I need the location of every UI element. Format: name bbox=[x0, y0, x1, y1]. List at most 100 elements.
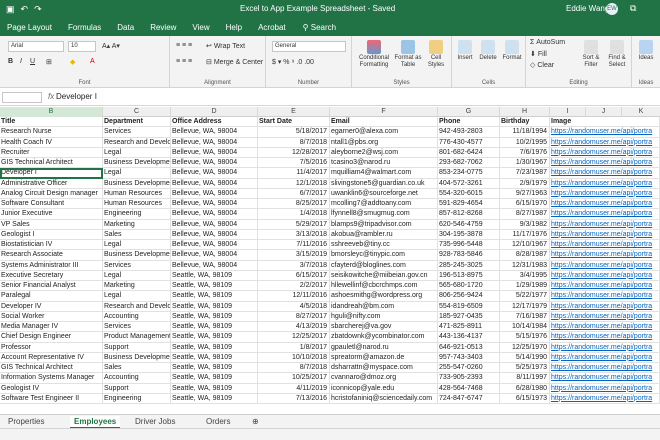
cell-office[interactable]: Seattle, WA, 98109 bbox=[171, 363, 258, 374]
cell-phone[interactable]: 801-682-6424 bbox=[438, 147, 500, 158]
cell-start-date[interactable]: 10/10/2018 bbox=[258, 352, 330, 363]
cell-phone[interactable]: 428-564-7468 bbox=[438, 383, 500, 394]
cell-start-date[interactable]: 4/5/2018 bbox=[258, 301, 330, 312]
tab-formulas[interactable]: Formulas bbox=[65, 21, 104, 34]
cell-title[interactable]: VP Sales bbox=[0, 219, 103, 230]
cell-phone[interactable]: 853-234-0775 bbox=[438, 168, 500, 179]
cell-image-link[interactable]: https://randomuser.me/api/portra bbox=[550, 199, 660, 210]
cell-email[interactable]: hguli@nifty.com bbox=[330, 311, 438, 322]
cell-office[interactable]: Seattle, WA, 98109 bbox=[171, 383, 258, 394]
fill-button[interactable]: ⬇ Fill bbox=[530, 50, 547, 58]
cell-email[interactable]: tcasino3@narod.ru bbox=[330, 158, 438, 169]
cell-image-link[interactable]: https://randomuser.me/api/portra bbox=[550, 209, 660, 220]
cell-title[interactable]: GIS Technical Architect bbox=[0, 158, 103, 169]
cell-birthday[interactable]: 3/4/1995 bbox=[500, 270, 550, 281]
cell-start-date[interactable]: 1/4/2018 bbox=[258, 209, 330, 220]
cell-start-date[interactable]: 8/7/2018 bbox=[258, 137, 330, 148]
cell-title[interactable]: Developer I bbox=[0, 168, 103, 179]
cell-department[interactable]: Accounting bbox=[103, 373, 171, 384]
cell-department[interactable]: Legal bbox=[103, 270, 171, 281]
cell-department[interactable]: Human Resources bbox=[103, 199, 171, 210]
cell-start-date[interactable]: 7/13/2016 bbox=[258, 393, 330, 404]
cell-department[interactable]: Services bbox=[103, 322, 171, 333]
cell-phone[interactable]: 733-905-2393 bbox=[438, 373, 500, 384]
cell-title[interactable]: Biostatistician IV bbox=[0, 240, 103, 251]
format-button[interactable]: Format bbox=[500, 40, 524, 62]
cell-email[interactable]: aleyborne2@wsj.com bbox=[330, 147, 438, 158]
cell-image-link[interactable]: https://randomuser.me/api/portra bbox=[550, 352, 660, 363]
font-name-select[interactable]: Arial bbox=[8, 41, 64, 52]
cell-department[interactable]: Business Developme bbox=[103, 158, 171, 169]
cell-start-date[interactable]: 7/5/2016 bbox=[258, 158, 330, 169]
column-header-h[interactable]: H bbox=[500, 107, 550, 117]
cell-phone[interactable]: 404-572-3261 bbox=[438, 178, 500, 189]
cell-office[interactable]: Seattle, WA, 98109 bbox=[171, 291, 258, 302]
cell-birthday[interactable]: 5/25/1973 bbox=[500, 363, 550, 374]
cell-office[interactable]: Seattle, WA, 98109 bbox=[171, 342, 258, 353]
cell-title[interactable]: Account Representative IV bbox=[0, 352, 103, 363]
cell-office[interactable]: Bellevue, WA, 98004 bbox=[171, 188, 258, 199]
cell-birthday[interactable]: 7/16/1987 bbox=[500, 311, 550, 322]
align-left-icon[interactable]: ≡ ≡ ≡ bbox=[176, 58, 192, 65]
cell-start-date[interactable]: 5/29/2017 bbox=[258, 219, 330, 230]
header-phone[interactable]: Phone bbox=[438, 117, 500, 128]
cell-email[interactable]: ntall1@pbs.org bbox=[330, 137, 438, 148]
cell-phone[interactable]: 776-430-4577 bbox=[438, 137, 500, 148]
sort-filter-button[interactable]: Sort & Filter bbox=[578, 40, 604, 69]
formula-input[interactable]: Developer I bbox=[56, 92, 97, 101]
cell-title[interactable]: Software Test Engineer II bbox=[0, 393, 103, 404]
cell-birthday[interactable]: 12/10/1967 bbox=[500, 240, 550, 251]
cell-birthday[interactable]: 8/27/1987 bbox=[500, 209, 550, 220]
cell-title[interactable]: Analog Circuit Design manager bbox=[0, 188, 103, 199]
cell-start-date[interactable]: 10/25/2017 bbox=[258, 373, 330, 384]
cell-birthday[interactable]: 5/14/1990 bbox=[500, 352, 550, 363]
italic-icon[interactable]: I bbox=[20, 58, 22, 65]
cell-birthday[interactable]: 12/17/1979 bbox=[500, 301, 550, 312]
cell-department[interactable]: Services bbox=[103, 260, 171, 271]
cell-office[interactable]: Bellevue, WA, 98004 bbox=[171, 137, 258, 148]
cell-email[interactable]: lfynnell8@smugmug.com bbox=[330, 209, 438, 220]
borders-icon[interactable]: ⊞ bbox=[46, 58, 52, 66]
fill-color-icon[interactable]: ◆ bbox=[70, 58, 75, 66]
cell-birthday[interactable]: 10/14/1984 bbox=[500, 322, 550, 333]
cell-birthday[interactable]: 2/9/1979 bbox=[500, 178, 550, 189]
cell-image-link[interactable]: https://randomuser.me/api/portra bbox=[550, 127, 660, 138]
bold-icon[interactable]: B bbox=[8, 58, 13, 65]
share-icon[interactable]: ⧉ bbox=[630, 3, 636, 14]
cell-office[interactable]: Seattle, WA, 98109 bbox=[171, 301, 258, 312]
cell-start-date[interactable]: 3/7/2018 bbox=[258, 260, 330, 271]
ideas-button[interactable]: Ideas bbox=[634, 40, 658, 62]
cell-department[interactable]: Research and Develo bbox=[103, 137, 171, 148]
cell-office[interactable]: Bellevue, WA, 98004 bbox=[171, 168, 258, 179]
cell-title[interactable]: Executive Secretary bbox=[0, 270, 103, 281]
cell-phone[interactable]: 304-195-3878 bbox=[438, 229, 500, 240]
cell-email[interactable]: ashoesmithg@wordpress.org bbox=[330, 291, 438, 302]
cell-department[interactable]: Legal bbox=[103, 168, 171, 179]
cell-image-link[interactable]: https://randomuser.me/api/portra bbox=[550, 250, 660, 261]
clear-button[interactable]: ◇ Clear bbox=[530, 61, 554, 69]
cell-office[interactable]: Bellevue, WA, 98004 bbox=[171, 260, 258, 271]
cell-phone[interactable]: 471-825-8911 bbox=[438, 322, 500, 333]
underline-icon[interactable]: U bbox=[30, 58, 35, 65]
header-department[interactable]: Department bbox=[103, 117, 171, 128]
cell-office[interactable]: Seattle, WA, 98109 bbox=[171, 332, 258, 343]
cell-birthday[interactable]: 8/11/1997 bbox=[500, 373, 550, 384]
cell-birthday[interactable]: 9/3/1982 bbox=[500, 219, 550, 230]
cell-title[interactable]: Administrative Officer bbox=[0, 178, 103, 189]
save-icon[interactable]: ▣ bbox=[6, 4, 15, 15]
cell-start-date[interactable]: 3/13/2018 bbox=[258, 229, 330, 240]
cell-office[interactable]: Bellevue, WA, 98004 bbox=[171, 127, 258, 138]
cell-office[interactable]: Seattle, WA, 98109 bbox=[171, 270, 258, 281]
header-title[interactable]: Title bbox=[0, 117, 103, 128]
tab-view[interactable]: View bbox=[189, 21, 212, 34]
cell-styles-button[interactable]: Cell Styles bbox=[424, 40, 448, 69]
cell-phone[interactable]: 591-829-4654 bbox=[438, 199, 500, 210]
tab-review[interactable]: Review bbox=[147, 21, 179, 34]
cell-phone[interactable]: 185-927-0435 bbox=[438, 311, 500, 322]
cell-image-link[interactable]: https://randomuser.me/api/portra bbox=[550, 383, 660, 394]
tab-page-layout[interactable]: Page Layout bbox=[4, 21, 55, 34]
tab-acrobat[interactable]: Acrobat bbox=[255, 21, 289, 34]
cell-office[interactable]: Seattle, WA, 98109 bbox=[171, 352, 258, 363]
header-start-date[interactable]: Start Date bbox=[258, 117, 330, 128]
cell-phone[interactable]: 620-546-4759 bbox=[438, 219, 500, 230]
